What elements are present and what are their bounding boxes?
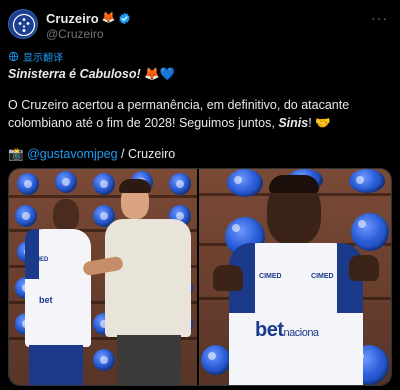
ball <box>351 213 390 251</box>
tweet-body-italic: Sinis <box>278 116 309 130</box>
credit-suffix: / Cruzeiro <box>117 147 176 161</box>
photo-credit: 📸 @gustavomjpeg / Cruzeiro <box>8 145 392 163</box>
cruzeiro-crest-icon <box>10 11 37 38</box>
jersey-bet-main: bet <box>255 319 284 341</box>
ball <box>227 169 264 197</box>
show-translation-link[interactable]: 显示翻译 <box>8 49 63 64</box>
executive-trousers <box>117 335 181 385</box>
tweet-header: Cruzeiro 🦊 @Cruzeiro ··· <box>8 8 392 42</box>
fox-heart-emojis: 🦊💙 <box>144 67 176 81</box>
photographer-link[interactable]: @gustavomjpeg <box>27 147 118 161</box>
globe-icon <box>8 51 19 62</box>
jersey-bet-sub: naciona <box>283 327 320 339</box>
camera-emoji: 📸 <box>8 147 24 161</box>
player-shorts <box>29 345 83 385</box>
ball <box>349 169 386 193</box>
tweet-line-1: Sinisterra é Cabuloso! 🦊💙 <box>8 65 392 83</box>
ball <box>169 173 191 195</box>
show-translation-label: 显示翻译 <box>23 53 63 64</box>
executive-hair <box>119 179 151 193</box>
fox-emoji: 🦊 <box>101 12 116 24</box>
jersey-sponsor-text: CIMED <box>29 257 49 263</box>
photo-right[interactable]: CIMED CIMED betnaciona <box>199 169 391 385</box>
avatar[interactable] <box>8 9 38 39</box>
account-handle[interactable]: @Cruzeiro <box>46 27 104 41</box>
jersey-bet-text: bet <box>39 295 53 305</box>
jersey-sponsor-text: CIMED <box>259 273 282 280</box>
executive-shirt <box>105 219 191 337</box>
thumbs-up-left <box>213 265 244 291</box>
tweet-body-end: ! 🤝 <box>308 116 331 130</box>
player-head <box>53 199 79 231</box>
jersey-sleeve <box>25 229 39 279</box>
account-name[interactable]: Cruzeiro <box>46 11 99 26</box>
ball <box>15 205 37 227</box>
ball <box>201 345 232 375</box>
tweet-line-1-text: Sinisterra é Cabuloso! <box>8 67 141 81</box>
photo-left[interactable]: CIMED bet <box>9 169 198 385</box>
jersey-sponsor-text: CIMED <box>311 273 334 280</box>
thumbs-up-right <box>349 255 380 281</box>
more-options-icon[interactable]: ··· <box>371 10 388 26</box>
player-hair <box>269 175 320 193</box>
jersey-bet-logo: betnaciona <box>255 319 319 342</box>
tweet-body: O Cruzeiro acertou a permanência, em def… <box>8 96 392 132</box>
ball <box>17 173 39 195</box>
verified-badge-icon <box>119 12 131 25</box>
ball <box>93 349 115 371</box>
shelf <box>9 195 198 198</box>
ball <box>93 173 115 195</box>
media-grid: CIMED bet CIMED CIMED betnaciona <box>8 168 392 386</box>
ball <box>55 171 77 193</box>
